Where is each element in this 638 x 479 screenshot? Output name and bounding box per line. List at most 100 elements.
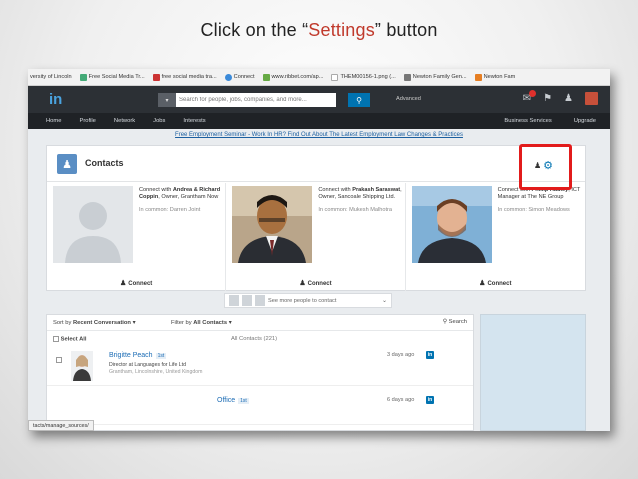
instruction-suffix: ” button — [374, 20, 438, 40]
bookmark-item[interactable]: THEM00156-1.png (... — [331, 73, 396, 81]
chevron-down-icon: ▾ — [228, 320, 232, 326]
bookmark-item[interactable]: www.ribbet.com/ap... — [262, 73, 323, 81]
bookmark-icon — [474, 73, 482, 81]
connect-button[interactable]: ♟ Connect — [406, 279, 585, 287]
list-toolbar: Sort by Recent Conversation ▾ Filter by … — [47, 315, 473, 331]
contacts-header: ♟ Contacts ♟ ⚙ — [47, 146, 585, 182]
nav-profile[interactable]: Profile — [79, 118, 95, 124]
in-common: In common: Darren Joint — [139, 207, 201, 213]
nav-business-services[interactable]: Business Services — [504, 118, 551, 124]
row-checkbox[interactable] — [56, 357, 62, 363]
instruction-highlight: Settings — [308, 20, 375, 40]
promo-banner-link[interactable]: Free Employment Seminar - Work In HR? Fi… — [28, 129, 610, 141]
see-more-label: See more people to contact — [268, 297, 337, 304]
notifications-flag-icon[interactable]: ⚑ — [543, 92, 552, 106]
page-title: Contacts — [85, 158, 124, 168]
settings-highlight-box — [519, 144, 572, 190]
last-contact-time: 6 days ago — [387, 397, 415, 403]
list-search-button[interactable]: ⚲ Search — [443, 319, 467, 325]
in-common: In common: Simon Meadows — [497, 207, 570, 213]
bookmark-icon — [79, 73, 87, 81]
chevron-down-icon: ▾ — [132, 320, 136, 326]
search-icon: ⚲ — [356, 95, 362, 105]
profile-photo[interactable] — [232, 186, 313, 263]
ad-panel[interactable] — [480, 314, 586, 431]
contact-location: Grantham, Lincolnshire, United Kingdom — [109, 369, 203, 375]
status-bar-url: tacts/manage_sources/ — [28, 420, 94, 431]
add-person-icon: ♟ — [479, 280, 486, 287]
linkedin-header: in ▾ ⚲ Advanced ✉ ⚑ ♟ — [28, 86, 610, 113]
degree-badge: 1st — [155, 353, 167, 359]
linkedin-logo[interactable]: in — [49, 92, 68, 108]
avatar — [255, 295, 265, 306]
contacts-list: Sort by Recent Conversation ▾ Filter by … — [46, 314, 474, 431]
suggestion-name[interactable]: Prakash Saraswat — [352, 187, 400, 193]
contacts-icon: ♟ — [57, 154, 77, 174]
nav-home[interactable]: Home — [46, 118, 61, 124]
instruction-prefix: Click on the “ — [200, 20, 309, 40]
contact-title: Director at Languages for Life Ltd — [109, 362, 186, 368]
bookmark-item[interactable]: Connect — [224, 73, 255, 81]
contacts-count: All Contacts (221) — [231, 336, 278, 342]
placeholder-avatar — [53, 186, 133, 263]
main-nav: Home Profile Network Jobs Interests Busi… — [28, 113, 610, 129]
suggestion-info: Connect with Phillip Hadley, ICT Manager… — [497, 187, 581, 213]
instruction-caption: Click on the “Settings” button — [0, 20, 638, 41]
linkedin-icon[interactable]: in — [426, 351, 434, 359]
last-contact-time: 3 days ago — [387, 352, 415, 358]
in-common: In common: Mukesh Malhotra — [318, 207, 393, 213]
youtube-icon — [152, 73, 160, 81]
bookmark-icon — [403, 73, 411, 81]
search-button[interactable]: ⚲ — [348, 93, 370, 107]
avatar[interactable] — [71, 351, 93, 381]
nav-upgrade[interactable]: Upgrade — [574, 118, 596, 124]
search-scope-dropdown[interactable]: ▾ — [158, 93, 176, 107]
header-icons: ✉ ⚑ ♟ — [523, 90, 598, 106]
suggestion-info: Connect with Andrea & Richard Coppin, Ow… — [139, 187, 223, 214]
bookmark-icon — [262, 73, 270, 81]
filter-dropdown[interactable]: Filter by All Contacts ▾ — [171, 320, 232, 326]
bookmark-item[interactable]: versity of Lincoln — [30, 74, 72, 80]
avatar — [242, 295, 252, 306]
contact-name-link[interactable]: Brigitte Peach 1st — [109, 352, 167, 359]
nav-network[interactable]: Network — [114, 118, 135, 124]
nav-interests[interactable]: Interests — [183, 118, 205, 124]
nav-jobs[interactable]: Jobs — [153, 118, 165, 124]
profile-photo[interactable] — [411, 186, 492, 263]
degree-badge: 1st — [238, 398, 249, 404]
contact-name-link[interactable]: Office 1st — [217, 397, 249, 404]
bookmark-item[interactable]: free social media tra... — [152, 73, 217, 81]
chevron-down-icon: ⌄ — [381, 298, 387, 304]
profile-avatar[interactable] — [585, 92, 598, 105]
twitter-icon — [224, 73, 232, 81]
bookmark-item[interactable]: Newton Fam — [474, 73, 515, 81]
suggestion-card: Connect with Phillip Hadley, ICT Manager… — [406, 183, 585, 291]
contacts-card: ♟ Contacts ♟ ⚙ Connect with Andrea & Ric… — [46, 145, 586, 291]
add-person-icon: ♟ — [299, 280, 306, 287]
select-row: Select All All Contacts (221) — [47, 332, 473, 346]
connect-button[interactable]: ♟ Connect — [226, 279, 404, 287]
browser-screenshot: versity of Lincoln Free Social Media Tr.… — [28, 69, 610, 431]
avatar — [229, 295, 239, 306]
suggestion-card: Connect with Andrea & Richard Coppin, Ow… — [47, 183, 227, 291]
search-input[interactable] — [176, 93, 336, 107]
search-icon: ⚲ — [442, 319, 447, 325]
table-row[interactable]: Brigitte Peach 1st Director at Languages … — [47, 348, 473, 386]
add-person-icon: ♟ — [120, 280, 127, 287]
bookmarks-bar: versity of Lincoln Free Social Media Tr.… — [28, 69, 610, 86]
bookmark-item[interactable]: Newton Family Gen... — [403, 73, 467, 81]
add-connections-icon[interactable]: ♟ — [564, 92, 573, 106]
messages-icon[interactable]: ✉ — [523, 90, 537, 106]
table-row[interactable]: Office 1st 6 days ago in — [47, 387, 473, 425]
file-icon — [331, 73, 339, 81]
sort-dropdown[interactable]: Sort by Recent Conversation ▾ — [53, 320, 136, 326]
suggestion-card: Connect with Prakash Saraswat, Owner, Sa… — [226, 183, 406, 291]
connect-button[interactable]: ♟ Connect — [47, 279, 225, 287]
advanced-search-link[interactable]: Advanced — [396, 96, 421, 102]
see-more-people-button[interactable]: See more people to contact ⌄ — [224, 293, 392, 308]
select-all-checkbox[interactable]: Select All — [53, 336, 87, 343]
people-suggestions: Connect with Andrea & Richard Coppin, Ow… — [47, 183, 585, 291]
linkedin-icon[interactable]: in — [426, 396, 434, 404]
bookmark-item[interactable]: Free Social Media Tr... — [79, 73, 145, 81]
suggestion-info: Connect with Prakash Saraswat, Owner, Sa… — [318, 187, 402, 213]
